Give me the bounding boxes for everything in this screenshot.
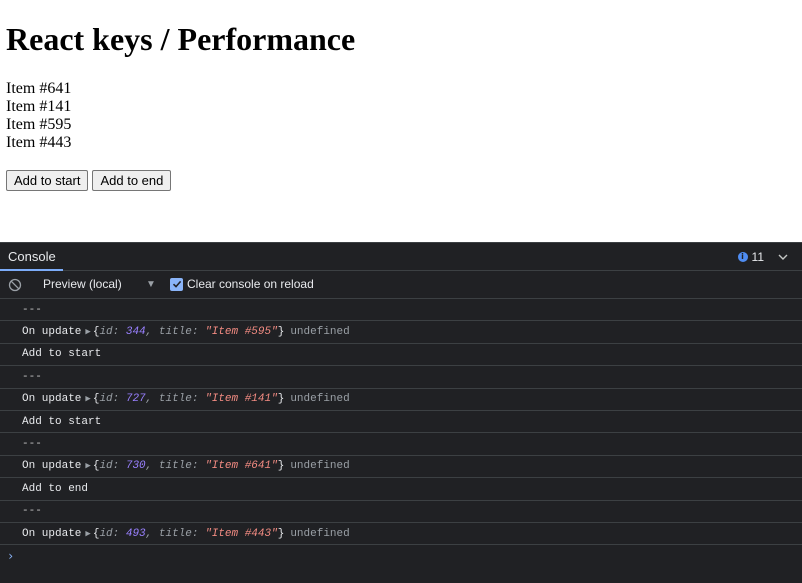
log-row: --- xyxy=(0,433,802,456)
object-key: , title: xyxy=(145,393,206,406)
log-label: On update xyxy=(22,393,82,406)
log-text: --- xyxy=(22,438,42,451)
button-row: Add to start Add to end xyxy=(6,170,172,191)
info-icon: i xyxy=(737,252,748,262)
object-id-value: 730 xyxy=(125,460,146,473)
expand-triangle-icon[interactable]: ▶ xyxy=(85,529,90,539)
list-item: Item #141 xyxy=(6,98,72,115)
object-key: id: xyxy=(99,527,126,540)
log-row: Add to start xyxy=(0,344,802,367)
expand-triangle-icon[interactable]: ▶ xyxy=(85,461,90,471)
log-suffix: undefined xyxy=(290,527,350,540)
log-suffix: undefined xyxy=(290,326,350,339)
object-key: , title: xyxy=(145,460,206,473)
console-toolbar: Preview (local) ▼ Clear console on reloa… xyxy=(0,271,802,299)
log-text: Add to start xyxy=(22,348,102,361)
log-row: --- xyxy=(0,299,802,322)
log-suffix: undefined xyxy=(290,393,350,406)
object-id-value: 344 xyxy=(125,326,146,339)
tab-console-label: Console xyxy=(8,249,56,264)
object-brace: } xyxy=(277,326,285,339)
object-key: id: xyxy=(99,460,126,473)
object-key: , title: xyxy=(145,527,206,540)
log-row: On update ▶ {id: 730, title: "Item #641"… xyxy=(0,456,802,479)
info-count: 11 xyxy=(751,250,764,264)
object-brace[interactable]: { xyxy=(93,528,100,540)
object-brace[interactable]: { xyxy=(93,393,100,405)
console-prompt[interactable]: › xyxy=(0,545,802,567)
log-label: On update xyxy=(22,326,82,339)
devtools-tab-actions: i 11 xyxy=(737,243,792,271)
info-message-count[interactable]: i 11 xyxy=(737,250,764,264)
context-selector[interactable]: Preview (local) xyxy=(43,271,158,298)
item-list: Item #641 Item #141 Item #595 Item #443 xyxy=(6,80,71,152)
chevron-down-icon[interactable] xyxy=(774,248,792,266)
object-key: , title: xyxy=(145,326,206,339)
tab-console[interactable]: Console xyxy=(0,243,64,271)
log-label: On update xyxy=(22,527,82,540)
page-title: React keys / Performance xyxy=(6,21,356,57)
object-title-value: "Item #141" xyxy=(205,393,278,406)
log-row: --- xyxy=(0,501,802,523)
object-title-value: "Item #641" xyxy=(205,460,278,473)
console-messages: --- On update ▶ {id: 344, title: "Item #… xyxy=(0,299,802,567)
caret-down-icon[interactable]: ▼ xyxy=(146,271,156,298)
object-id-value: 493 xyxy=(125,527,146,540)
log-text: --- xyxy=(22,370,42,383)
clear-on-reload-checkbox[interactable] xyxy=(170,277,183,291)
list-item: Item #595 xyxy=(6,116,72,133)
object-id-value: 727 xyxy=(125,393,146,406)
log-text: --- xyxy=(22,505,42,518)
log-text: --- xyxy=(22,303,42,316)
log-row: Add to end xyxy=(0,478,802,501)
object-brace[interactable]: { xyxy=(93,326,100,338)
object-brace: } xyxy=(277,393,285,406)
context-selector-label: Preview (local) xyxy=(43,277,122,291)
list-item: Item #641 xyxy=(6,80,72,97)
expand-triangle-icon[interactable]: ▶ xyxy=(85,327,90,337)
log-row: --- xyxy=(0,366,802,389)
object-title-value: "Item #595" xyxy=(205,326,278,339)
clear-on-reload-label: Clear console on reload xyxy=(187,277,314,291)
list-item: Item #443 xyxy=(6,134,72,151)
devtools-tab-bar: Console i 11 xyxy=(0,243,802,271)
object-brace[interactable]: { xyxy=(93,460,100,472)
log-row: On update ▶ {id: 493, title: "Item #443"… xyxy=(0,523,802,546)
log-suffix: undefined xyxy=(290,460,350,473)
log-label: On update xyxy=(22,460,82,473)
object-brace: } xyxy=(277,460,285,473)
clear-console-icon[interactable] xyxy=(8,278,22,292)
log-row: On update ▶ {id: 727, title: "Item #141"… xyxy=(0,389,802,411)
object-brace: } xyxy=(277,527,285,540)
log-row: On update ▶ {id: 344, title: "Item #595"… xyxy=(0,321,802,344)
prompt-chevron-icon: › xyxy=(7,549,15,564)
clear-on-reload-option[interactable]: Clear console on reload xyxy=(170,277,314,291)
add-to-start-button[interactable]: Add to start xyxy=(6,170,89,191)
devtools-panel: Console i 11 Preview (local) ▼ Clear con… xyxy=(0,242,802,583)
log-text: Add to end xyxy=(22,482,89,495)
expand-triangle-icon[interactable]: ▶ xyxy=(85,394,90,404)
log-text: Add to start xyxy=(22,415,102,428)
object-key: id: xyxy=(99,326,126,339)
object-title-value: "Item #443" xyxy=(205,527,278,540)
page-preview: React keys / Performance Item #641 Item … xyxy=(0,0,802,242)
add-to-end-button[interactable]: Add to end xyxy=(92,170,172,191)
log-row: Add to start xyxy=(0,411,802,434)
object-key: id: xyxy=(99,393,126,406)
